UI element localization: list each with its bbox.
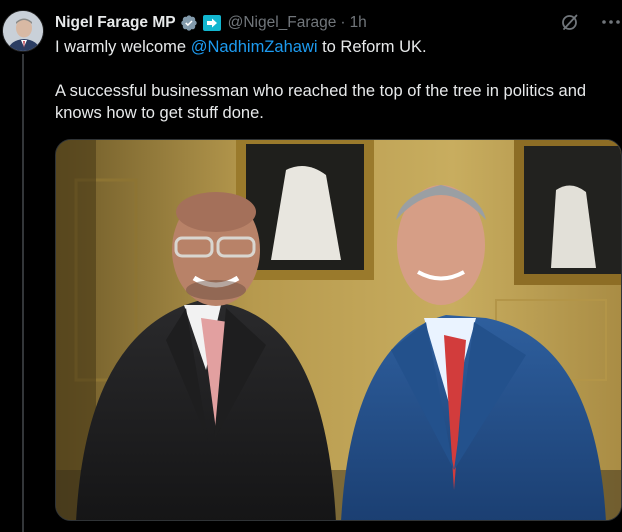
reform-uk-affiliate-icon[interactable] (202, 14, 222, 32)
separator-dot: · (340, 14, 346, 31)
thread-line (22, 54, 24, 532)
tweet-paragraph-1: I warmly welcome @NadhimZahawi to Reform… (55, 36, 617, 58)
tweet-text: I warmly welcome @NadhimZahawi to Reform… (55, 36, 617, 124)
text-before-mention: I warmly welcome (55, 38, 191, 56)
grok-icon[interactable] (560, 12, 580, 32)
tweet-paragraph-2: A successful businessman who reached the… (55, 82, 587, 122)
author-handle[interactable]: @Nigel_Farage (228, 14, 337, 32)
author-name[interactable]: Nigel Farage MP (55, 14, 176, 32)
photo-two-men-suits (56, 140, 621, 520)
avatar[interactable] (2, 10, 44, 52)
mention-link[interactable]: @NadhimZahawi (191, 38, 318, 56)
header-actions (560, 12, 622, 32)
tweet-photo[interactable] (55, 139, 622, 521)
timestamp[interactable]: 1h (350, 14, 367, 32)
tweet-header: Nigel Farage MP @Nigel_Farage · 1h (55, 12, 622, 34)
text-after-mention: to Reform UK. (317, 38, 427, 56)
avatar-image (3, 11, 43, 51)
tweet[interactable]: Nigel Farage MP @Nigel_Farage · 1h I war… (0, 0, 622, 532)
more-icon[interactable] (600, 12, 622, 32)
verified-badge-icon[interactable] (180, 14, 198, 32)
